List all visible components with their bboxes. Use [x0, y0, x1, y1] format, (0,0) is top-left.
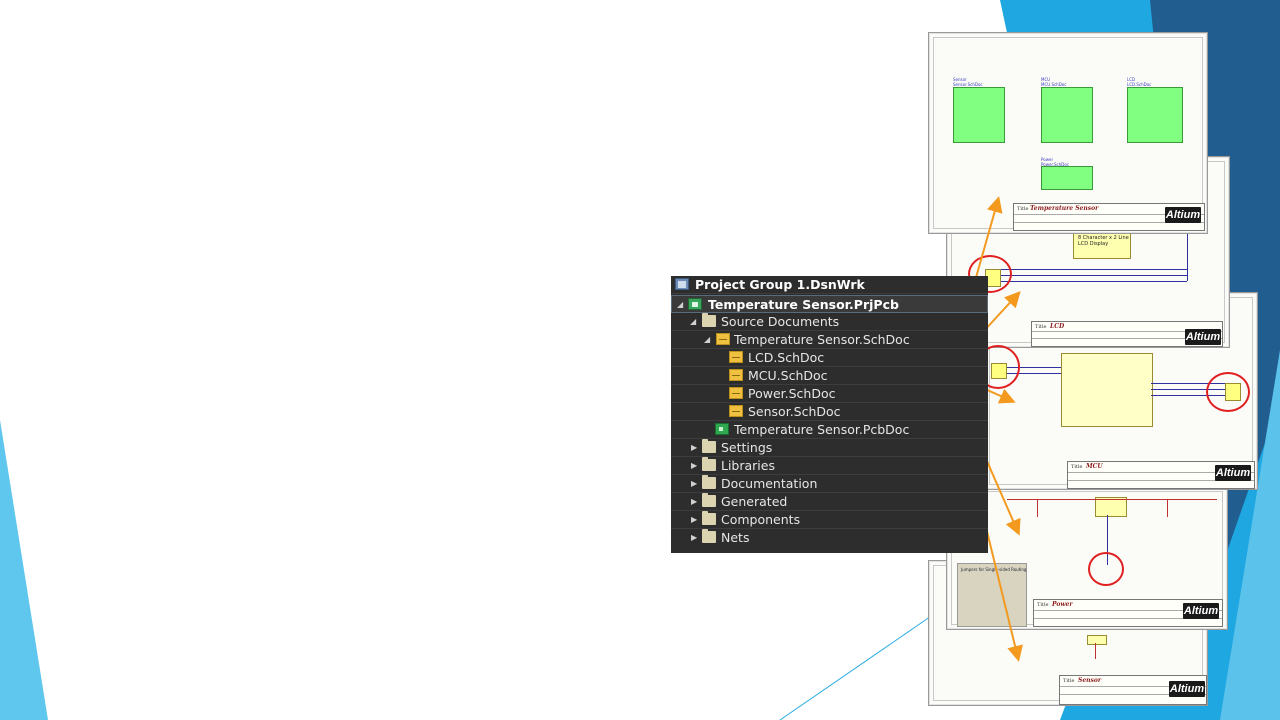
folder-icon — [702, 475, 716, 489]
lcd-bus-3 — [987, 281, 1187, 282]
mcu-sheet-symbol — [1041, 87, 1093, 143]
altium-logo: Altium — [1185, 329, 1221, 345]
tree-item-label: Project Group 1.DsnWrk — [695, 277, 865, 292]
tree-item-label: Source Documents — [721, 314, 840, 329]
cap-wire-1 — [1037, 499, 1038, 517]
tree-item-label: LCD.SchDoc — [748, 350, 825, 365]
thin-diagonal-line — [779, 609, 941, 720]
tree-item-label: Sensor.SchDoc — [748, 404, 841, 419]
schematic-doc-icon — [716, 333, 730, 345]
cap-wire-2 — [1167, 499, 1168, 517]
power-sheet-symbol — [1041, 166, 1093, 190]
collapsed-arrow-icon[interactable]: ▶ — [691, 475, 697, 492]
lcd-display-component: 8 Character x 2 Line LCD Display — [1073, 231, 1131, 259]
pcb-project-icon — [688, 298, 702, 310]
folder-icon — [702, 511, 716, 525]
tree-item-child-sheet[interactable]: Power.SchDoc — [671, 385, 988, 403]
mcu-sheet-title: MCU — [1086, 463, 1103, 470]
folder-icon — [702, 457, 716, 471]
collapsed-arrow-icon[interactable]: ▶ — [691, 511, 697, 528]
regulator-component — [1095, 497, 1127, 517]
collapsed-arrow-icon[interactable]: ▶ — [691, 529, 697, 546]
tree-item-label: Documentation — [721, 476, 818, 491]
tree-item-label: Components — [721, 512, 801, 527]
collapsed-arrow-icon[interactable]: ▶ — [691, 439, 697, 456]
lcd-display-line2: LCD Display — [1078, 241, 1109, 247]
expanded-arrow-icon[interactable]: ◢ — [704, 331, 710, 348]
highlight-circle-power-ground — [1088, 552, 1124, 586]
collapsed-arrow-icon[interactable]: ▶ — [691, 457, 697, 474]
tree-item-top-sheet[interactable]: ◢ Temperature Sensor.SchDoc — [671, 331, 988, 349]
power-schematic-sheet: Jumpers for Single-sided Routing Title Po… — [946, 486, 1228, 630]
tree-item-source-documents[interactable]: ◢ Source Documents — [671, 313, 988, 331]
tree-item-label: MCU.SchDoc — [748, 368, 828, 383]
lcd-sheet-symbol — [1127, 87, 1183, 143]
microcontroller-component — [1061, 353, 1153, 427]
altium-logo: Altium — [1165, 207, 1201, 223]
sensor-component — [1087, 635, 1107, 645]
altium-logo: Altium — [1183, 603, 1219, 619]
schematic-doc-icon — [729, 405, 743, 417]
jumpers-box: Jumpers for Single-sided Routing — [957, 563, 1027, 627]
lcd-sheet-title: LCD — [1050, 323, 1065, 330]
folder-icon — [702, 529, 716, 543]
schematic-doc-icon — [729, 387, 743, 399]
expanded-arrow-icon[interactable]: ◢ — [677, 296, 683, 313]
tree-item-folder-documentation[interactable]: ▶ Documentation — [671, 475, 988, 493]
altium-logo: Altium — [1169, 681, 1205, 697]
tree-item-folder-components[interactable]: ▶ Components — [671, 511, 988, 529]
tree-item-label: Temperature Sensor.PcbDoc — [734, 422, 910, 437]
folder-icon — [702, 439, 716, 453]
lcd-bus-4 — [1187, 233, 1188, 281]
sensor-sheet-title: Sensor — [1078, 677, 1102, 684]
tree-item-label: Libraries — [721, 458, 775, 473]
tree-item-folder-settings[interactable]: ▶ Settings — [671, 439, 988, 457]
tree-item-project-group[interactable]: Project Group 1.DsnWrk — [671, 276, 988, 294]
collapsed-arrow-icon[interactable]: ▶ — [691, 493, 697, 510]
tree-item-folder-generated[interactable]: ▶ Generated — [671, 493, 988, 511]
lcd-bus-1 — [987, 269, 1187, 270]
tree-item-label: Generated — [721, 494, 788, 509]
project-tree-panel: Project Group 1.DsnWrk ◢ Temperature Sen… — [671, 276, 988, 553]
altium-logo: Altium — [1215, 465, 1251, 481]
tree-item-folder-nets[interactable]: ▶ Nets — [671, 529, 988, 547]
tree-item-child-sheet[interactable]: Sensor.SchDoc — [671, 403, 988, 421]
tree-item-child-sheet[interactable]: LCD.SchDoc — [671, 349, 988, 367]
tree-item-pcb-doc[interactable]: Temperature Sensor.PcbDoc — [671, 421, 988, 439]
highlight-circle-mcu-port-right — [1206, 372, 1250, 412]
pcb-doc-icon — [715, 423, 729, 435]
tree-item-project[interactable]: ◢ Temperature Sensor.PrjPcb — [671, 295, 988, 313]
left-blue-sliver — [0, 420, 48, 720]
tree-item-label: Nets — [721, 530, 750, 545]
jumpers-label: Jumpers for Single-sided Routing — [961, 567, 1027, 572]
sensor-sheet-symbol — [953, 87, 1005, 143]
schematic-doc-icon — [729, 351, 743, 363]
power-sheet-title: Power — [1052, 601, 1073, 608]
tree-item-label: Temperature Sensor.PrjPcb — [708, 297, 899, 312]
schematic-doc-icon — [729, 369, 743, 381]
sensor-wire — [1095, 643, 1096, 659]
folder-icon — [702, 313, 716, 327]
top-sheet-title: Temperature Sensor — [1030, 205, 1099, 212]
tree-item-label: Temperature Sensor.SchDoc — [734, 332, 910, 347]
tree-item-folder-libraries[interactable]: ▶ Libraries — [671, 457, 988, 475]
lcd-bus-2 — [987, 275, 1187, 276]
tree-item-label: Power.SchDoc — [748, 386, 836, 401]
tree-item-label: Settings — [721, 440, 773, 455]
top-level-schematic-sheet: Sensor Sensor.SchDoc MCU MCU.SchDoc LCD … — [928, 32, 1208, 234]
expanded-arrow-icon[interactable]: ◢ — [690, 313, 696, 330]
tree-item-child-sheet[interactable]: MCU.SchDoc — [671, 367, 988, 385]
project-group-icon — [675, 278, 689, 290]
power-rail — [1007, 499, 1217, 500]
folder-icon — [702, 493, 716, 507]
